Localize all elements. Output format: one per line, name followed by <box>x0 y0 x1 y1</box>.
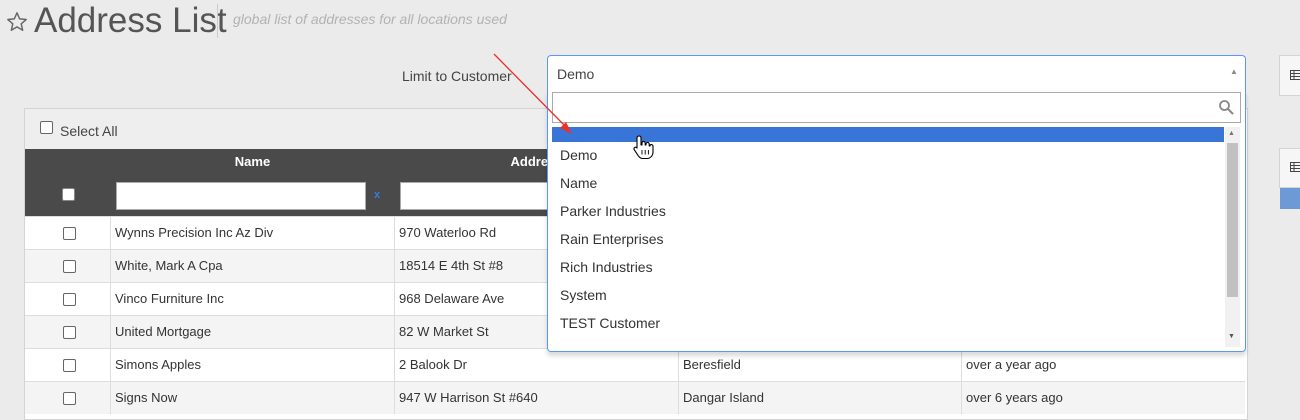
select-arrow-up-icon[interactable]: ▲ <box>1230 67 1238 76</box>
row-checkbox[interactable] <box>63 293 76 306</box>
select-all-checkbox[interactable] <box>40 121 53 134</box>
limit-to-customer-label: Limit to Customer <box>402 68 512 84</box>
city-cell: Beresfield <box>678 349 961 381</box>
right-panel-active-bar[interactable] <box>1280 188 1300 209</box>
star-icon[interactable] <box>6 10 28 34</box>
customer-option-demo[interactable]: Demo <box>552 141 1224 169</box>
name-cell: Wynns Precision Inc Az Div <box>110 217 394 249</box>
column-header-name[interactable]: Name <box>111 149 394 176</box>
customer-select-value[interactable]: Demo <box>557 66 594 82</box>
grid-icon <box>1290 162 1300 172</box>
customer-option-name[interactable]: Name <box>552 169 1224 197</box>
customer-select[interactable] <box>547 55 1246 92</box>
name-cell: United Mortgage <box>110 316 394 348</box>
customer-option-test-customer[interactable]: TEST Customer <box>552 309 1224 337</box>
customer-option-system[interactable]: System <box>552 281 1224 309</box>
scroll-down-icon[interactable]: ▼ <box>1228 333 1235 340</box>
grid-icon <box>1290 70 1300 80</box>
customer-option-list: Demo Name Parker Industries Rain Enterpr… <box>552 127 1224 347</box>
name-cell: Simons Apples <box>110 349 394 381</box>
customer-option-rich-industries[interactable]: Rich Industries <box>552 253 1224 281</box>
clear-name-filter-icon[interactable]: x <box>374 189 380 201</box>
dropdown-scrollbar-thumb[interactable] <box>1227 143 1238 297</box>
scroll-up-icon[interactable]: ▲ <box>1228 130 1235 137</box>
name-filter-input[interactable] <box>116 182 366 210</box>
updated-cell: over 6 years ago <box>961 382 1245 414</box>
name-cell: Vinco Furniture Inc <box>110 283 394 315</box>
city-cell: Dangar Island <box>678 382 961 414</box>
customer-option-empty[interactable] <box>552 127 1224 142</box>
address-filter-input[interactable] <box>400 182 560 210</box>
page-title: Address List <box>34 0 227 42</box>
row-checkbox[interactable] <box>63 260 76 273</box>
customer-option-parker-industries[interactable]: Parker Industries <box>552 197 1224 225</box>
select-all-label[interactable]: Select All <box>60 123 118 139</box>
right-panel-widget[interactable] <box>1279 55 1300 96</box>
search-icon <box>1218 99 1234 115</box>
name-cell: White, Mark A Cpa <box>110 250 394 282</box>
right-panel-widget[interactable] <box>1279 148 1300 188</box>
name-cell: Signs Now <box>110 382 394 414</box>
table-row[interactable]: Signs Now 947 W Harrison St #640 Dangar … <box>25 381 1245 414</box>
updated-cell: over a year ago <box>961 349 1245 381</box>
row-checkbox[interactable] <box>63 227 76 240</box>
row-checkbox[interactable] <box>63 359 76 372</box>
title-divider <box>217 4 218 38</box>
customer-search-input[interactable] <box>552 92 1241 123</box>
customer-option-rain-enterprises[interactable]: Rain Enterprises <box>552 225 1224 253</box>
header-checkbox[interactable] <box>62 188 75 201</box>
page-subtitle: global list of addresses for all locatio… <box>233 11 507 27</box>
row-checkbox[interactable] <box>63 392 76 405</box>
address-cell: 2 Balook Dr <box>394 349 678 381</box>
address-cell: 947 W Harrison St #640 <box>394 382 678 414</box>
table-row[interactable]: Simons Apples 2 Balook Dr Beresfield ove… <box>25 348 1245 381</box>
row-checkbox[interactable] <box>63 326 76 339</box>
